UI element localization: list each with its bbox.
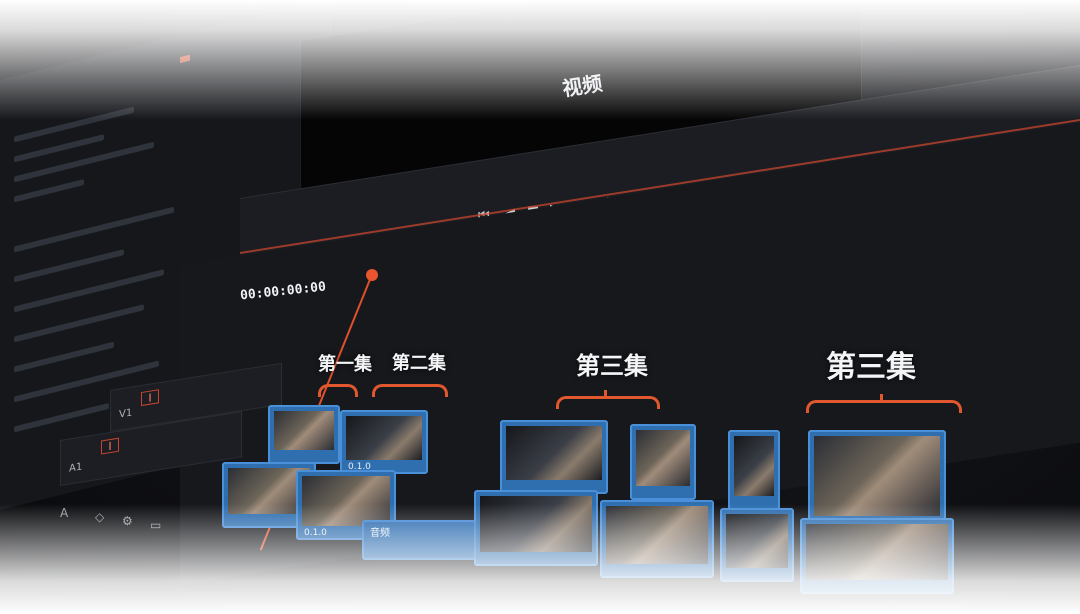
episode-label-4: 第三集 <box>826 350 916 385</box>
episode-brace-2 <box>372 384 448 397</box>
episode-label-3: 第三集 <box>576 352 648 380</box>
panel-row[interactable] <box>14 402 109 433</box>
clip-thumbnail <box>814 436 940 516</box>
episode-label-2: 第二集 <box>392 353 446 374</box>
video-clip[interactable] <box>630 424 696 500</box>
episode-brace-1 <box>318 384 358 397</box>
episode-brace-3 <box>556 396 660 409</box>
panel-row[interactable] <box>14 304 144 343</box>
panel-row[interactable] <box>14 341 114 373</box>
recording-indicator <box>180 54 190 64</box>
clip-thumbnail <box>480 496 592 552</box>
video-clip[interactable] <box>720 508 794 582</box>
text-tool-icon[interactable]: A <box>60 506 68 520</box>
clip-thumbnail <box>506 426 602 480</box>
episode-brace-4 <box>806 400 962 413</box>
audio-clip-label: 音频 <box>370 528 390 539</box>
track-name: V1 <box>119 407 133 421</box>
video-clip[interactable] <box>600 500 714 578</box>
track-lock-button[interactable]: ‖ <box>141 389 159 407</box>
clip-thumbnail <box>346 416 422 460</box>
clip-thumbnail <box>636 430 690 486</box>
video-clip[interactable] <box>268 405 340 464</box>
brace-tip <box>604 390 607 398</box>
audio-clip[interactable]: 音频 <box>362 520 476 560</box>
track-name: A1 <box>69 461 83 475</box>
video-clip[interactable] <box>474 490 598 566</box>
video-clip[interactable] <box>500 420 608 494</box>
panel-row[interactable] <box>14 179 84 203</box>
track-mute-button[interactable]: ‖ <box>101 437 119 455</box>
panel-row[interactable] <box>14 106 134 143</box>
clip-thumbnail <box>806 524 948 580</box>
playhead-handle[interactable] <box>366 269 378 281</box>
settings-icon[interactable]: ⚙ <box>122 514 133 528</box>
transition-icon[interactable]: ▭ <box>150 518 161 532</box>
video-clip[interactable]: 0.1.0 <box>340 410 428 474</box>
viewer-label: 视频 <box>560 71 604 101</box>
video-clip[interactable] <box>728 430 780 510</box>
panel-row[interactable] <box>14 141 154 183</box>
clip-thumbnail <box>606 506 708 564</box>
video-clip[interactable] <box>808 430 946 530</box>
clip-thumbnail <box>734 436 774 496</box>
episode-label-1: 第一集 <box>318 354 372 375</box>
brace-tip <box>880 394 883 402</box>
editor-scene: 视频 ⏮ ◀ ■ ▶ ⏭ ↻ ✂ 🔗 🔒 ⚑ ● ⌕ ◀) ▭ ⏭ ➤ 00:0… <box>0 0 1080 614</box>
clip-thumbnail <box>726 514 788 568</box>
clip-thumbnail <box>302 476 390 526</box>
video-clip[interactable] <box>800 518 954 594</box>
clip-thumbnail <box>274 411 334 450</box>
panel-row[interactable] <box>14 249 124 283</box>
panel-row[interactable] <box>14 206 174 253</box>
shape-tool-icon[interactable]: ◇ <box>95 510 104 524</box>
clip-caption: 0.1.0 <box>304 528 327 538</box>
